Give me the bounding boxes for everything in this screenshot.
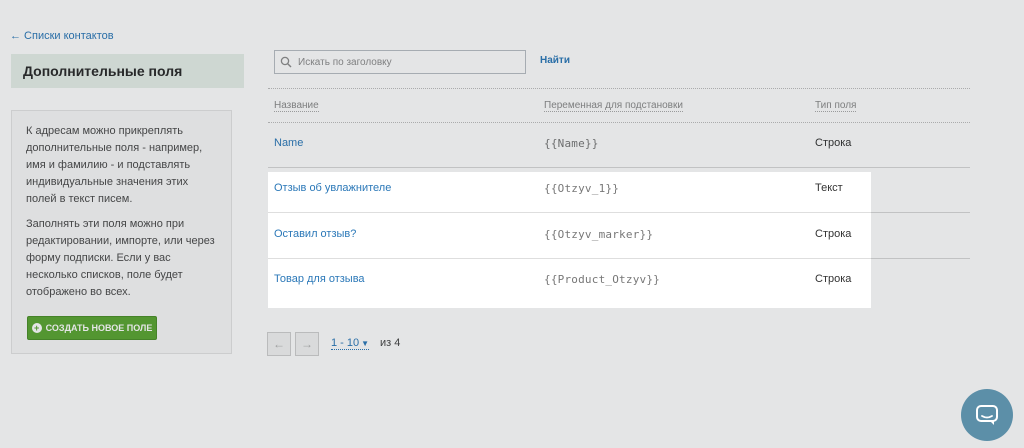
back-to-contact-lists-link[interactable]: ← Списки контактов [10, 30, 114, 42]
table-divider [268, 212, 871, 213]
row-variable: {{Name}} [544, 137, 599, 150]
search-input[interactable] [296, 55, 520, 69]
column-header-variable[interactable]: Переменная для подстановки [544, 100, 683, 112]
total-pages-label: из 4 [380, 337, 401, 349]
row-type: Строка [815, 137, 852, 149]
row-name-link[interactable]: Оставил отзыв? [274, 228, 356, 240]
chat-icon [976, 405, 998, 425]
create-field-button[interactable]: + Создать новое поле [27, 316, 157, 340]
row-variable: {{Otzyv_marker}} [544, 228, 654, 241]
page-range-label: 1 - 10 [331, 337, 360, 349]
search-icon [280, 56, 292, 68]
prev-page-button[interactable]: ← [267, 332, 291, 356]
column-header-name[interactable]: Название [274, 100, 319, 112]
row-type: Текст [815, 182, 843, 194]
table-divider [268, 167, 970, 168]
sidebar-title: Дополнительные поля [11, 54, 244, 88]
arrow-left-icon: ← [273, 337, 285, 351]
row-variable: {{Otzyv_1}} [544, 182, 620, 195]
sidebar-paragraph-1: К адресам можно прикреплять дополнительн… [26, 125, 203, 205]
row-variable: {{Product_Otzyv}} [544, 273, 660, 286]
row-type: Строка [815, 228, 852, 240]
row-name-link[interactable]: Товар для отзыва [274, 273, 365, 285]
highlighted-rows: Отзыв об увлажнителе {{Otzyv_1}} Текст О… [268, 172, 871, 308]
row-type: Строка [815, 273, 852, 285]
page-range-dropdown[interactable]: 1 - 10 ▼ [331, 337, 370, 350]
column-header-type[interactable]: Тип поля [815, 100, 857, 112]
row-name-link[interactable]: Name [274, 137, 303, 149]
table-divider [268, 122, 970, 123]
row-name-link[interactable]: Отзыв об увлажнителе [274, 182, 391, 194]
table-divider [268, 258, 871, 259]
caret-down-icon: ▼ [361, 339, 370, 348]
create-field-button-label: Создать новое поле [45, 323, 153, 333]
chat-widget-button[interactable] [961, 389, 1013, 441]
next-page-button[interactable]: → [295, 332, 319, 356]
arrow-right-icon: → [301, 337, 313, 351]
search-box[interactable] [274, 50, 526, 74]
plus-circle-icon: + [31, 323, 42, 333]
find-button[interactable]: Найти [540, 55, 570, 66]
table-divider [268, 88, 970, 89]
sidebar-paragraph-2: Заполнять эти поля можно при редактирова… [26, 218, 215, 298]
